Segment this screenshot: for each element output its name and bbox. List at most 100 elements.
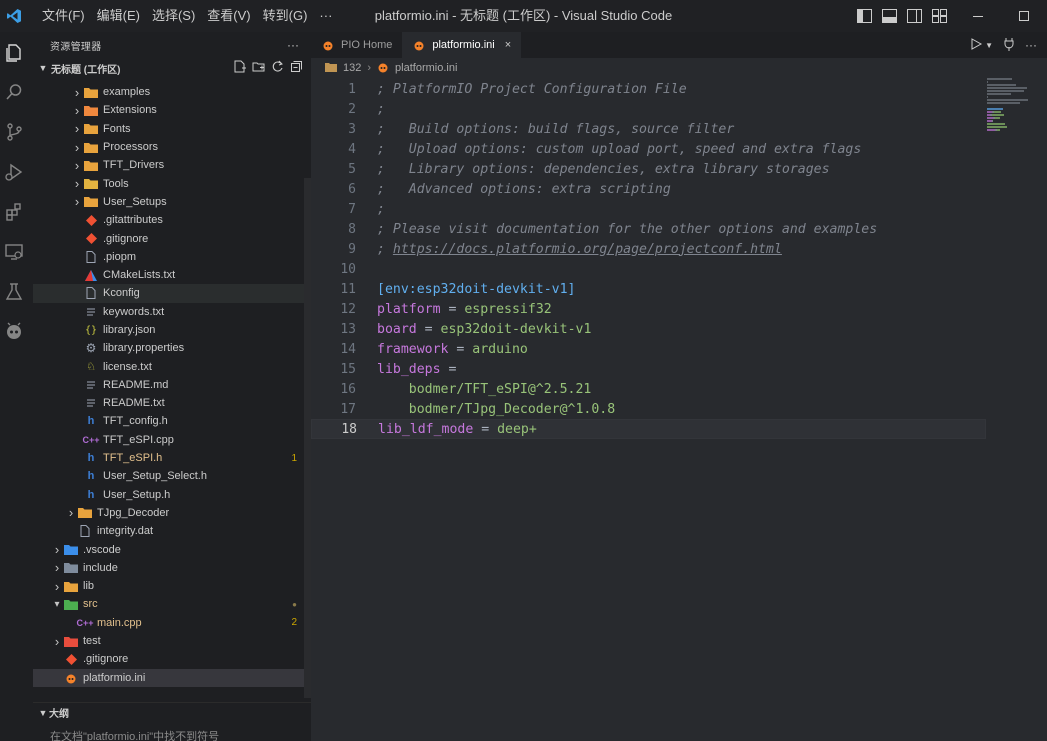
tree-file-user-setup-select-h[interactable]: h User_Setup_Select.h (33, 467, 311, 485)
toggle-panel-icon[interactable] (881, 8, 897, 24)
new-folder-icon[interactable] (252, 60, 265, 76)
tree-folder-tools[interactable]: › Tools (33, 174, 311, 192)
tree-scrollbar[interactable] (304, 178, 311, 698)
run-debug-icon[interactable] (0, 152, 28, 192)
refresh-icon[interactable] (271, 60, 284, 76)
explorer-more-button[interactable]: ··· (287, 38, 299, 52)
tree-folder-tft-drivers[interactable]: › TFT_Drivers (33, 156, 311, 174)
menu-file[interactable]: 文件(F) (36, 0, 91, 32)
tree-folder-test[interactable]: › test (33, 632, 311, 650)
menu-edit[interactable]: 编辑(E) (91, 0, 146, 32)
tree-file-library-json[interactable]: {} library.json (33, 321, 311, 339)
collapse-all-icon[interactable] (290, 60, 303, 76)
extensions-icon[interactable] (0, 192, 28, 232)
tree-file-keywords-txt[interactable]: keywords.txt (33, 303, 311, 321)
tree-file-piopm[interactable]: .piopm (33, 248, 311, 266)
code-line[interactable]: 16 bodmer/TFT_eSPI@^2.5.21 (311, 379, 1011, 399)
tree-folder-examples[interactable]: › examples (33, 83, 311, 101)
explorer-icon[interactable] (0, 32, 28, 72)
tree-folder-vscode[interactable]: › .vscode (33, 540, 311, 558)
code-line[interactable]: 15 lib_deps = (311, 359, 1011, 379)
tree-file-license-txt[interactable]: ♘ license.txt (33, 357, 311, 375)
breadcrumb-file[interactable]: platformio.ini (395, 62, 457, 74)
tree-item-label: library.properties (103, 342, 185, 355)
code-line[interactable]: 13 board = esp32doit-devkit-v1 (311, 319, 1011, 339)
tree-file-integrity-dat[interactable]: integrity.dat (33, 522, 311, 540)
code-line[interactable]: 2; (311, 99, 1011, 119)
tree-file-user-setup-h[interactable]: h User_Setup.h (33, 486, 311, 504)
toggle-primary-sidebar-icon[interactable] (856, 8, 872, 24)
code-line[interactable]: 5 ; Library options: dependencies, extra … (311, 159, 1011, 179)
tree-folder-tjpg-decoder[interactable]: › TJpg_Decoder (33, 504, 311, 522)
tree-folder-processors[interactable]: › Processors (33, 138, 311, 156)
outline-message: 在文档"platformio.ini"中找不到符号 (50, 731, 220, 741)
minimize-icon[interactable] (955, 0, 1001, 32)
editor-scrollbar[interactable] (1033, 78, 1047, 741)
minimap-line (987, 111, 1039, 113)
source-control-icon[interactable] (0, 112, 28, 152)
tree-folder-extensions[interactable]: › Extensions (33, 101, 311, 119)
tree-folder-fonts[interactable]: › Fonts (33, 120, 311, 138)
minimap-line (987, 120, 1039, 122)
tree-file-platformio-ini[interactable]: platformio.ini (33, 668, 311, 687)
tree-file-tft-config-h[interactable]: h TFT_config.h (33, 412, 311, 430)
tree-folder-lib[interactable]: › lib (33, 577, 311, 595)
code-line[interactable]: 9; https://docs.platformio.org/page/proj… (311, 239, 1011, 259)
code-line[interactable]: 12 platform = espressif32 (311, 299, 1011, 319)
search-icon[interactable] (0, 72, 28, 112)
code-line[interactable]: 14 framework = arduino (311, 339, 1011, 359)
new-file-icon[interactable] (233, 60, 246, 76)
tree-file-library-properties[interactable]: ⚙ library.properties (33, 339, 311, 357)
breadcrumb-folder[interactable]: 132 (343, 62, 361, 74)
tree-file-cmakelists-txt[interactable]: CMakeLists.txt (33, 266, 311, 284)
minimap[interactable] (987, 78, 1039, 131)
more-actions-icon[interactable]: ··· (1025, 38, 1037, 52)
platformio-icon[interactable] (0, 312, 28, 352)
txt-file-icon (83, 304, 99, 320)
tree-file-gitattributes[interactable]: .gitattributes (33, 211, 311, 229)
code-token: lib_deps (377, 361, 441, 377)
tree-file-gitignore[interactable]: .gitignore (33, 229, 311, 247)
code-line[interactable]: 18 lib_ldf_mode = deep+ (311, 419, 986, 439)
menu-selection[interactable]: 选择(S) (146, 0, 201, 32)
tree-folder-src[interactable]: ▾ src ● (33, 595, 311, 613)
folder-icon (63, 578, 79, 594)
platformio-plug-icon[interactable] (1003, 37, 1015, 54)
tree-item-label: TFT_Drivers (103, 159, 165, 172)
menu-view[interactable]: 查看(V) (201, 0, 256, 32)
tree-file-tft-espi-cpp[interactable]: C++ TFT_eSPI.cpp (33, 431, 311, 449)
tree-file-gitignore[interactable]: .gitignore (33, 650, 311, 668)
code-editor[interactable]: 1 ; PlatformIO Project Configuration File… (311, 79, 1011, 439)
run-icon[interactable] (969, 37, 983, 54)
code-line[interactable]: 17 bodmer/TJpg_Decoder@^1.0.8 (311, 399, 1011, 419)
menu-go[interactable]: 转到(G) (257, 0, 314, 32)
chevron-down-icon[interactable]: ▼ (985, 41, 993, 50)
toggle-secondary-sidebar-icon[interactable] (906, 8, 922, 24)
tree-file-tft-espi-h[interactable]: h TFT_eSPI.h 1 (33, 449, 311, 467)
customize-layout-icon[interactable] (931, 8, 947, 24)
code-line[interactable]: 1 ; PlatformIO Project Configuration File (311, 79, 1011, 99)
code-line[interactable]: 3 ; Build options: build flags, source fi… (311, 119, 1011, 139)
testing-icon[interactable] (0, 272, 28, 312)
code-line[interactable]: 10 (311, 259, 1011, 279)
remote-explorer-icon[interactable] (0, 232, 28, 272)
code-line[interactable]: 8 ; Please visit documentation for the ot… (311, 219, 1011, 239)
code-line[interactable]: 6 ; Advanced options: extra scripting (311, 179, 1011, 199)
tab-platformio-ini[interactable]: platformio.ini × (402, 32, 522, 58)
close-icon[interactable]: × (505, 39, 511, 51)
tree-file-kconfig[interactable]: Kconfig (33, 284, 311, 303)
tree-file-readme-md[interactable]: README.md (33, 376, 311, 394)
tree-folder-include[interactable]: › include (33, 559, 311, 577)
code-line[interactable]: 11 [env:esp32doit-devkit-v1] (311, 279, 1011, 299)
workspace-header[interactable]: ▼ 无标题 (工作区) (33, 58, 311, 78)
outline-header[interactable]: ▼ 大纲 (33, 702, 311, 722)
menu-more[interactable]: ··· (313, 0, 338, 32)
code-token[interactable]: https://docs.platformio.org/page/project… (393, 242, 782, 257)
code-line[interactable]: 4 ; Upload options: custom upload port, s… (311, 139, 1011, 159)
tree-file-readme-txt[interactable]: README.txt (33, 394, 311, 412)
maximize-icon[interactable] (1001, 0, 1047, 32)
code-line[interactable]: 7; (311, 199, 1011, 219)
tree-file-main-cpp[interactable]: C++ main.cpp 2 (33, 614, 311, 632)
tab-pio-home[interactable]: PIO Home (311, 32, 402, 58)
tree-folder-user-setups[interactable]: › User_Setups (33, 193, 311, 211)
